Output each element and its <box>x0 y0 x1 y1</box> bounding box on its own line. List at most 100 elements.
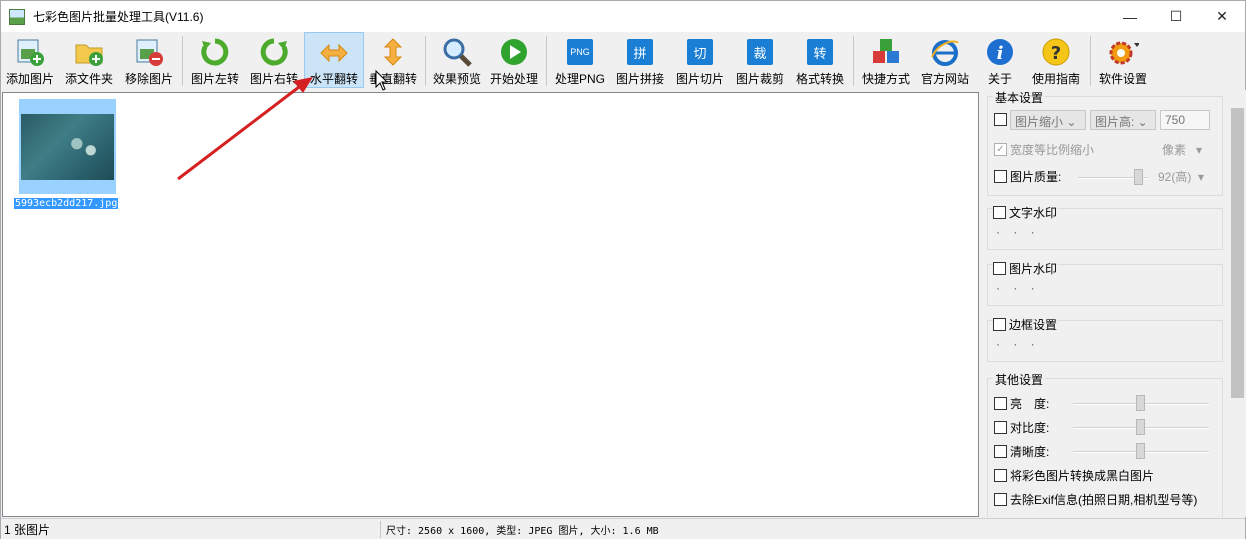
brightness-slider[interactable] <box>1073 395 1209 411</box>
window-title: 七彩色图片批量处理工具(V11.6) <box>33 10 204 24</box>
image-watermark-toggle[interactable]: 图片水印 <box>993 260 1058 277</box>
quality-select[interactable]: 92(高) ▾ <box>1158 168 1204 185</box>
status-bar: 1 张图片 尺寸: 2560 x 1600, 类型: JPEG 图片, 大小: … <box>1 518 1245 539</box>
app-window: 七彩色图片批量处理工具(V11.6) — ☐ ✕ 添加图片 添文件夹 移除图片 <box>0 0 1246 539</box>
grayscale-row[interactable]: 将彩色图片转换成黑白图片 <box>994 467 1154 484</box>
convert-icon: 转 <box>804 36 836 68</box>
shortcut-button[interactable]: 快捷方式 <box>857 32 915 88</box>
crop-button[interactable]: 裁 图片裁剪 <box>730 32 790 88</box>
contrast-row[interactable]: 对比度: <box>994 419 1049 436</box>
text-watermark-toggle[interactable]: 文字水印 <box>993 204 1058 221</box>
website-button[interactable]: 官方网站 <box>915 32 975 88</box>
remove-image-button[interactable]: 移除图片 <box>119 32 179 88</box>
border-checkbox[interactable] <box>993 318 1006 331</box>
png-icon: PNG <box>564 36 596 68</box>
info-icon: i <box>984 36 1016 68</box>
image-count: 1 张图片 <box>1 520 381 538</box>
quality-slider-knob[interactable] <box>1134 169 1143 185</box>
basic-settings-group: 基本设置 图片缩小 ⌄ 图片高: ⌄ 750 ✓ 宽度等比例缩小 像素 ▾ 图片… <box>987 90 1223 196</box>
add-image-button[interactable]: 添加图片 <box>1 32 59 88</box>
shrink-mode-select[interactable]: 图片缩小 ⌄ <box>1010 110 1086 130</box>
border-toggle[interactable]: 边框设置 <box>993 316 1058 333</box>
contrast-slider-knob[interactable] <box>1136 419 1145 435</box>
stitch-icon: 拼 <box>624 36 656 68</box>
quality-checkbox[interactable] <box>994 170 1007 183</box>
rotate-left-button[interactable]: 图片左转 <box>186 32 244 88</box>
minimize-button[interactable]: — <box>1107 1 1153 32</box>
slice-button[interactable]: 切 图片切片 <box>670 32 730 88</box>
image-list-area[interactable]: 5993ecb2dd217.jpg <box>2 92 979 517</box>
settings-button[interactable]: 软件设置 <box>1094 32 1152 88</box>
svg-text:?: ? <box>1051 43 1061 64</box>
magnifier-icon <box>441 36 473 68</box>
about-button[interactable]: i 关于 <box>975 32 1025 88</box>
sharpness-slider-knob[interactable] <box>1136 443 1145 459</box>
slice-icon: 切 <box>684 36 716 68</box>
preview-button[interactable]: 效果预览 <box>429 32 485 88</box>
group-title: 其他设置 <box>993 371 1046 388</box>
thumbnail-filename[interactable]: 5993ecb2dd217.jpg <box>14 198 119 209</box>
image-info: 尺寸: 2560 x 1600, 类型: JPEG 图片, 大小: 1.6 MB <box>386 525 659 537</box>
browser-icon <box>929 36 961 68</box>
toolbar: 添加图片 添文件夹 移除图片 图片左转 图片右转 水平翻转 垂直翻转 效果预览 … <box>1 32 1245 90</box>
border-settings-group: 边框设置 · · · <box>987 316 1223 362</box>
scrollbar-thumb[interactable] <box>1231 108 1244 398</box>
toolbar-separator <box>546 36 547 86</box>
stitch-button[interactable]: 拼 图片拼接 <box>610 32 670 88</box>
settings-scrollbar[interactable] <box>1229 90 1246 517</box>
maximize-button[interactable]: ☐ <box>1153 1 1199 32</box>
text-watermark-dots: · · · <box>996 225 1040 239</box>
brightness-checkbox[interactable] <box>994 397 1007 410</box>
border-dots: · · · <box>996 337 1040 351</box>
contrast-slider[interactable] <box>1073 419 1209 435</box>
toolbar-separator <box>425 36 426 86</box>
dimension-select[interactable]: 图片高: ⌄ <box>1090 110 1156 130</box>
rotate-right-button[interactable]: 图片右转 <box>244 32 304 88</box>
remove-image-icon <box>133 36 165 68</box>
start-button[interactable]: 开始处理 <box>485 32 543 88</box>
thumbnail-image <box>21 114 114 180</box>
height-input[interactable]: 750 <box>1160 110 1210 130</box>
sharpness-row[interactable]: 清晰度: <box>994 443 1049 460</box>
keep-ratio-checkbox[interactable]: ✓ <box>994 143 1007 156</box>
process-png-button[interactable]: PNG 处理PNG <box>550 32 610 88</box>
image-watermark-group: 图片水印 · · · <box>987 260 1223 306</box>
play-icon <box>498 36 530 68</box>
brightness-row[interactable]: 亮 度: <box>994 395 1049 412</box>
exif-row[interactable]: 去除Exif信息(拍照日期,相机型号等) <box>994 491 1197 508</box>
quality-slider[interactable] <box>1078 169 1148 185</box>
add-folder-button[interactable]: 添文件夹 <box>59 32 119 88</box>
flip-horizontal-icon <box>318 37 350 68</box>
svg-text:i: i <box>997 43 1004 64</box>
title-bar: 七彩色图片批量处理工具(V11.6) — ☐ ✕ <box>1 1 1245 32</box>
exif-checkbox[interactable] <box>994 493 1007 506</box>
shrink-checkbox[interactable] <box>994 113 1007 126</box>
sharpness-slider[interactable] <box>1073 443 1209 459</box>
image-thumbnail[interactable] <box>19 99 116 194</box>
brightness-slider-knob[interactable] <box>1136 395 1145 411</box>
unit-select[interactable]: 像素 ▾ <box>1162 141 1202 158</box>
image-watermark-checkbox[interactable] <box>993 262 1006 275</box>
text-watermark-checkbox[interactable] <box>993 206 1006 219</box>
convert-button[interactable]: 转 格式转换 <box>790 32 850 88</box>
flip-vertical-button[interactable]: 垂直翻转 <box>364 32 422 88</box>
keep-ratio-row[interactable]: ✓ 宽度等比例缩小 <box>994 141 1094 158</box>
rotate-left-icon <box>199 36 231 68</box>
settings-panel: 基本设置 图片缩小 ⌄ 图片高: ⌄ 750 ✓ 宽度等比例缩小 像素 ▾ 图片… <box>982 90 1227 517</box>
guide-button[interactable]: ? 使用指南 <box>1025 32 1087 88</box>
toolbar-separator <box>182 36 183 86</box>
other-settings-group: 其他设置 亮 度: 对比度: 清晰度: 将彩色图片转换成黑白图片 去除Exif信… <box>987 371 1223 517</box>
text-watermark-group: 文字水印 · · · <box>987 204 1223 250</box>
grayscale-checkbox[interactable] <box>994 469 1007 482</box>
toolbar-separator <box>1090 36 1091 86</box>
sharpness-checkbox[interactable] <box>994 445 1007 458</box>
gear-icon <box>1107 36 1139 68</box>
add-image-icon <box>14 36 46 68</box>
close-button[interactable]: ✕ <box>1199 1 1245 32</box>
folder-icon <box>73 36 105 68</box>
flip-vertical-icon <box>377 36 409 68</box>
image-watermark-dots: · · · <box>996 281 1040 295</box>
quality-row[interactable]: 图片质量: <box>994 168 1061 185</box>
contrast-checkbox[interactable] <box>994 421 1007 434</box>
flip-horizontal-button[interactable]: 水平翻转 <box>304 32 364 88</box>
